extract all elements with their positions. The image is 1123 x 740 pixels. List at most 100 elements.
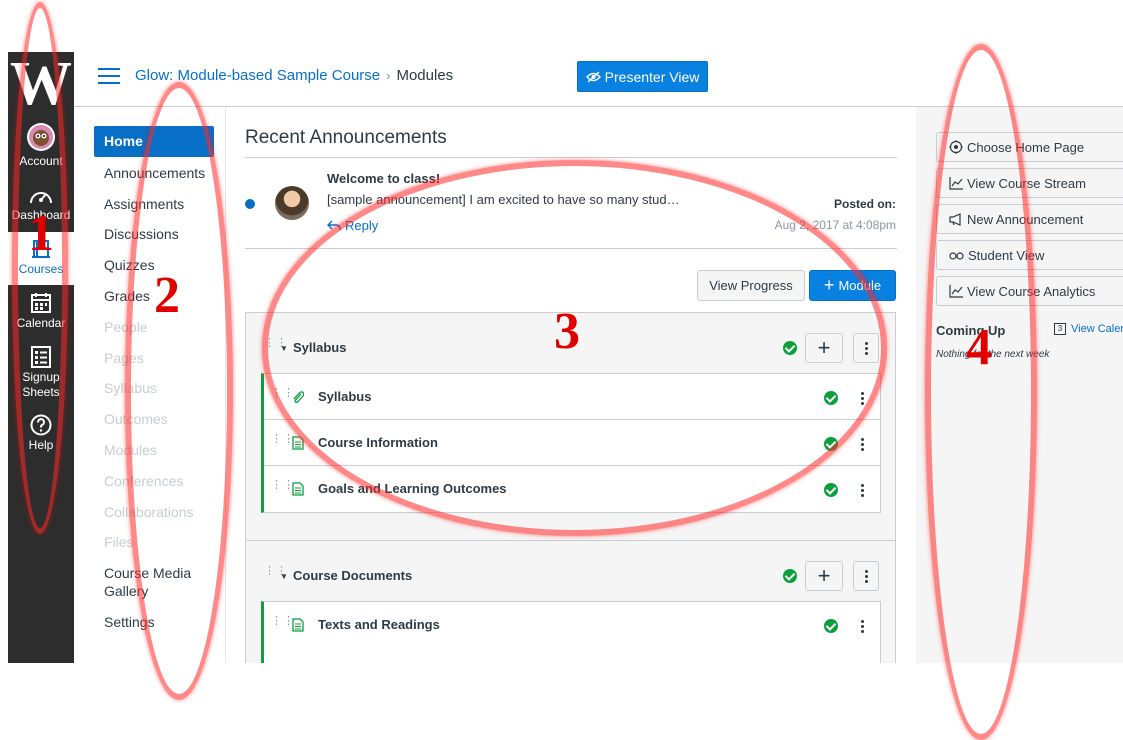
drag-handle-icon[interactable]: ⋮⋮ — [271, 434, 294, 451]
course-nav-pages[interactable]: Pages — [94, 349, 214, 367]
annotation-label-4: 4 — [966, 319, 992, 376]
collapse-caret-icon[interactable]: ▼ — [280, 344, 288, 353]
course-nav-divider — [225, 107, 226, 663]
hamburger-menu-icon[interactable] — [98, 68, 120, 86]
module-header[interactable]: ⋮⋮ ▼ Course Documents + — [246, 541, 895, 599]
global-nav-signup-sheets[interactable]: Signup Sheets — [8, 346, 74, 400]
stream-chart-icon — [949, 176, 963, 190]
paperclip-icon — [293, 391, 304, 404]
view-progress-button[interactable]: View Progress — [697, 270, 805, 301]
global-nav-help[interactable]: Help — [8, 414, 74, 453]
course-nav-course-media-gallery[interactable]: Course Media Gallery — [94, 564, 204, 600]
plus-icon: + — [823, 275, 835, 295]
drag-handle-icon[interactable]: ⋮⋮ — [271, 388, 294, 405]
choose-home-page-button[interactable]: Choose Home Page — [936, 132, 1123, 162]
course-nav-discussions[interactable]: Discussions — [94, 225, 214, 243]
calendar-icon — [31, 293, 51, 313]
module-item-title[interactable]: Texts and Readings — [318, 617, 440, 632]
announcement-title-link[interactable]: Welcome to class! — [327, 171, 440, 186]
global-nav-courses-label: Courses — [18, 262, 64, 276]
module-item[interactable]: ⋮⋮ Syllabus — [264, 374, 881, 420]
add-item-button[interactable]: + — [805, 333, 843, 363]
new-announcement-button[interactable]: New Announcement — [936, 204, 1123, 234]
course-nav-modules[interactable]: Modules — [94, 441, 214, 459]
course-nav-files[interactable]: Files — [94, 533, 214, 551]
right-sidebar: Choose Home Page View Course Stream New … — [916, 107, 1123, 663]
view-course-analytics-button[interactable]: View Course Analytics — [936, 276, 1123, 306]
course-nav-assignments[interactable]: Assignments — [94, 195, 214, 213]
course-nav-settings[interactable]: Settings — [94, 613, 214, 631]
module-title: Course Documents — [293, 568, 413, 583]
module-item[interactable]: ⋮⋮ Goals and Learning Outcomes — [264, 466, 881, 512]
module-items-list: ⋮⋮ Syllabus ⋮⋮ Course Information ⋮⋮ Goa… — [261, 373, 881, 513]
kebab-menu-icon[interactable] — [861, 392, 864, 405]
drag-handle-icon[interactable]: ⋮⋮ — [264, 338, 287, 355]
account-avatar-icon — [27, 123, 55, 151]
module-settings-menu[interactable] — [853, 561, 879, 591]
add-module-label: Module — [838, 278, 882, 293]
kebab-menu-icon — [864, 569, 868, 583]
module-item-title[interactable]: Course Information — [318, 435, 438, 450]
module-title: Syllabus — [293, 340, 347, 355]
module-item[interactable]: ⋮⋮ Course Information — [264, 420, 881, 466]
view-calendar-link[interactable]: 3 View Calendar — [1054, 323, 1123, 335]
global-nav-account-label: Account — [19, 154, 63, 168]
student-view-button[interactable]: Student View — [936, 240, 1123, 270]
drag-handle-icon[interactable]: ⋮⋮ — [264, 566, 287, 583]
announcement-reply-link[interactable]: Reply — [327, 218, 378, 233]
drag-handle-icon[interactable]: ⋮⋮ — [271, 480, 294, 497]
course-nav-syllabus[interactable]: Syllabus — [94, 379, 214, 397]
page-icon — [292, 482, 304, 496]
announcement-preview: [sample announcement] I am excited to ha… — [327, 192, 680, 207]
announcement-author-avatar[interactable] — [275, 186, 309, 220]
institution-logo[interactable]: W — [8, 52, 74, 116]
global-nav-calendar[interactable]: Calendar — [8, 292, 74, 331]
global-nav-account[interactable]: Account — [8, 122, 74, 169]
annotation-label-3: 3 — [554, 303, 580, 360]
kebab-menu-icon — [864, 341, 868, 355]
add-item-button[interactable]: + — [805, 561, 843, 591]
page-icon — [292, 436, 304, 450]
presenter-view-button[interactable]: Presenter View — [577, 61, 708, 92]
posted-on-label: Posted on: — [834, 197, 896, 211]
help-icon — [30, 414, 52, 436]
global-nav-help-label: Help — [28, 438, 54, 452]
course-nav-announcements[interactable]: Announcements — [94, 164, 214, 182]
add-module-button[interactable]: + Module — [809, 270, 896, 301]
eye-slash-icon — [585, 70, 601, 83]
breadcrumb-course-link[interactable]: Glow: Module-based Sample Course — [135, 67, 380, 84]
global-nav-calendar-label: Calendar — [16, 316, 66, 330]
course-nav-collaborations[interactable]: Collaborations — [94, 503, 214, 521]
view-course-stream-button[interactable]: View Course Stream — [936, 168, 1123, 198]
reply-arrow-icon — [327, 220, 341, 231]
course-nav-outcomes[interactable]: Outcomes — [94, 410, 214, 428]
glasses-icon — [949, 252, 964, 260]
module-item-title[interactable]: Goals and Learning Outcomes — [318, 481, 507, 496]
global-navigation: W Account Dashboard Courses Calendar Sig… — [8, 52, 74, 663]
global-nav-signup-sheets-label: Signup Sheets — [22, 370, 60, 399]
published-check-icon[interactable] — [824, 391, 838, 405]
recent-announcements-heading: Recent Announcements — [245, 127, 447, 148]
kebab-menu-icon[interactable] — [861, 620, 864, 633]
kebab-menu-icon[interactable] — [861, 438, 864, 451]
view-calendar-label: View Calendar — [1071, 323, 1123, 335]
course-nav-home[interactable]: Home — [94, 126, 214, 157]
module-item-title[interactable]: Syllabus — [318, 389, 371, 404]
course-nav-conferences[interactable]: Conferences — [94, 472, 214, 490]
published-check-icon[interactable] — [824, 619, 838, 633]
breadcrumb-separator: › — [386, 68, 391, 83]
analytics-chart-icon — [949, 284, 963, 298]
collapse-caret-icon[interactable]: ▼ — [280, 572, 288, 581]
module-settings-menu[interactable] — [853, 333, 879, 363]
published-check-icon[interactable] — [824, 437, 838, 451]
module-item[interactable]: ⋮⋮ Texts and Readings — [264, 602, 881, 648]
reply-label: Reply — [345, 218, 379, 233]
published-check-icon[interactable] — [783, 569, 797, 583]
published-check-icon[interactable] — [824, 483, 838, 497]
coming-up-empty-message: Nothing for the next week — [936, 349, 1050, 360]
view-course-analytics-label: View Course Analytics — [967, 283, 1096, 299]
published-check-icon[interactable] — [783, 341, 797, 355]
drag-handle-icon[interactable]: ⋮⋮ — [271, 616, 294, 633]
kebab-menu-icon[interactable] — [861, 484, 864, 497]
target-icon — [949, 140, 963, 154]
